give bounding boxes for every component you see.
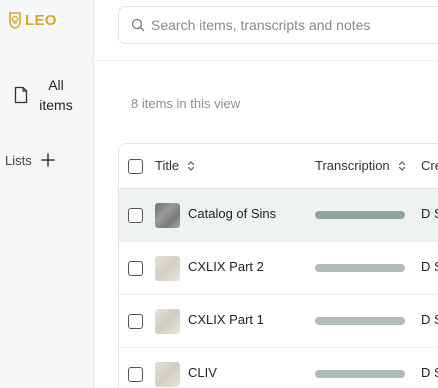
search-icon bbox=[131, 18, 145, 32]
header-divider bbox=[95, 60, 438, 61]
item-thumbnail bbox=[155, 203, 180, 228]
column-header-title[interactable]: Title bbox=[155, 158, 195, 173]
table-header: Title Transcription Cre bbox=[119, 144, 438, 189]
select-all-checkbox[interactable] bbox=[128, 159, 143, 174]
row-checkbox[interactable] bbox=[128, 208, 143, 223]
table-row[interactable]: CXLIX Part 1 D S bbox=[119, 295, 438, 348]
item-title[interactable]: CLIV bbox=[188, 365, 217, 380]
item-thumbnail bbox=[155, 256, 180, 281]
column-header-transcription[interactable]: Transcription bbox=[315, 158, 406, 173]
table-row[interactable]: CLIV D S bbox=[119, 348, 438, 388]
row-checkbox[interactable] bbox=[128, 367, 143, 382]
column-label: Transcription bbox=[315, 158, 390, 173]
lists-section: Lists bbox=[5, 152, 56, 168]
item-count: 8 items in this view bbox=[131, 96, 241, 111]
app-root: LEO All items Lists 8 items in this view bbox=[0, 0, 438, 388]
item-thumbnail bbox=[155, 362, 180, 387]
item-creator: D S bbox=[421, 259, 438, 274]
item-creator: D S bbox=[421, 312, 438, 327]
sort-icon bbox=[398, 160, 405, 171]
item-thumbnail bbox=[155, 309, 180, 334]
table-row[interactable]: CXLIX Part 2 D S bbox=[119, 242, 438, 295]
row-checkbox[interactable] bbox=[128, 261, 143, 276]
sidebar: LEO All items Lists bbox=[0, 0, 94, 388]
item-title[interactable]: Catalog of Sins bbox=[188, 206, 276, 221]
items-table: Title Transcription Cre Catalog of Sins … bbox=[118, 143, 438, 388]
logo[interactable]: LEO bbox=[8, 12, 57, 29]
item-title[interactable]: CXLIX Part 2 bbox=[188, 259, 264, 274]
column-label: Title bbox=[155, 158, 180, 173]
sidebar-item-all-items[interactable]: All items bbox=[14, 74, 90, 116]
transcription-progress-bar bbox=[315, 317, 405, 325]
search-input[interactable] bbox=[151, 17, 431, 33]
transcription-progress-bar bbox=[315, 264, 405, 272]
column-label: Cre bbox=[421, 158, 438, 173]
transcription-progress-bar bbox=[315, 211, 405, 219]
column-header-creator[interactable]: Cre bbox=[421, 158, 438, 173]
table-row[interactable]: Catalog of Sins D S bbox=[119, 189, 438, 242]
transcription-progress-bar bbox=[315, 370, 405, 378]
lists-label: Lists bbox=[5, 152, 32, 168]
item-creator: D S bbox=[421, 365, 438, 380]
lion-logo-icon bbox=[9, 12, 21, 29]
row-checkbox[interactable] bbox=[128, 314, 143, 329]
search-box[interactable] bbox=[118, 6, 438, 44]
item-creator: D S bbox=[421, 206, 438, 221]
item-title[interactable]: CXLIX Part 1 bbox=[188, 312, 264, 327]
logo-text: LEO bbox=[25, 12, 57, 29]
document-icon bbox=[14, 86, 28, 104]
sidebar-item-label: All items bbox=[39, 77, 73, 113]
sort-icon bbox=[187, 160, 195, 171]
add-list-icon[interactable] bbox=[40, 152, 56, 168]
